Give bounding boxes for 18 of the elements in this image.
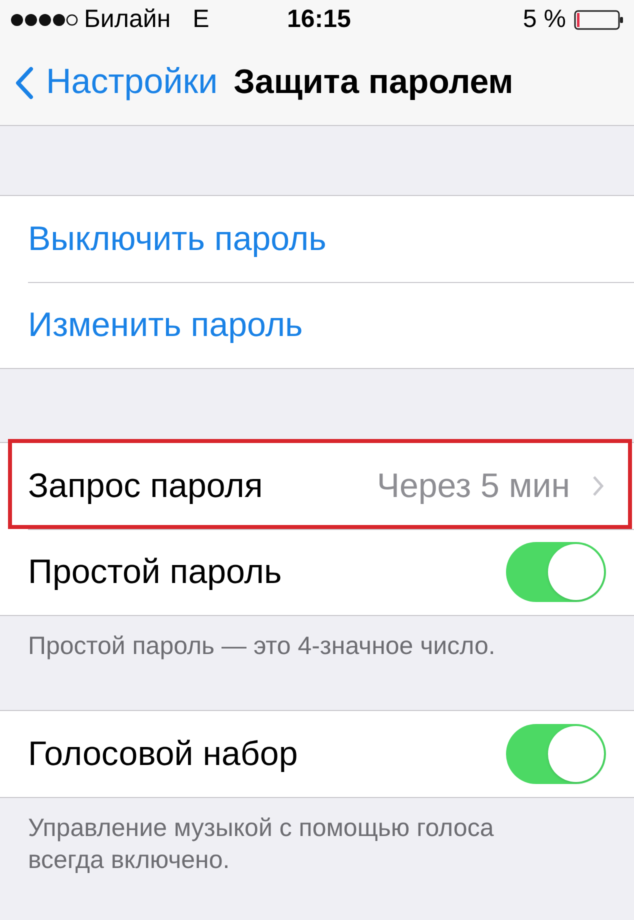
carrier-name: Билайн — [84, 4, 171, 36]
signal-strength-icon — [10, 13, 78, 27]
section-footer: Управление музыкой с помощью голоса всегда включено. — [0, 798, 634, 902]
network-type: E — [192, 4, 210, 36]
row-label: Простой пароль — [28, 552, 282, 592]
screen-title: Защита паролем — [234, 62, 514, 103]
row-label: Запрос пароля — [28, 466, 263, 506]
row-label: Голосовой набор — [28, 734, 298, 774]
section-footer: Простой пароль — это 4-значное число. — [0, 616, 634, 710]
row-value: Через 5 мин — [376, 466, 570, 506]
chevron-right-icon — [592, 475, 604, 497]
action-link[interactable]: Выключить пароль — [28, 214, 326, 264]
action-link[interactable]: Изменить пароль — [28, 300, 303, 350]
battery-percent: 5 % — [522, 4, 566, 36]
status-time: 16:15 — [287, 4, 351, 36]
battery-icon — [574, 10, 624, 30]
chevron-left-icon — [14, 66, 34, 100]
back-button[interactable]: Настройки — [14, 56, 218, 109]
